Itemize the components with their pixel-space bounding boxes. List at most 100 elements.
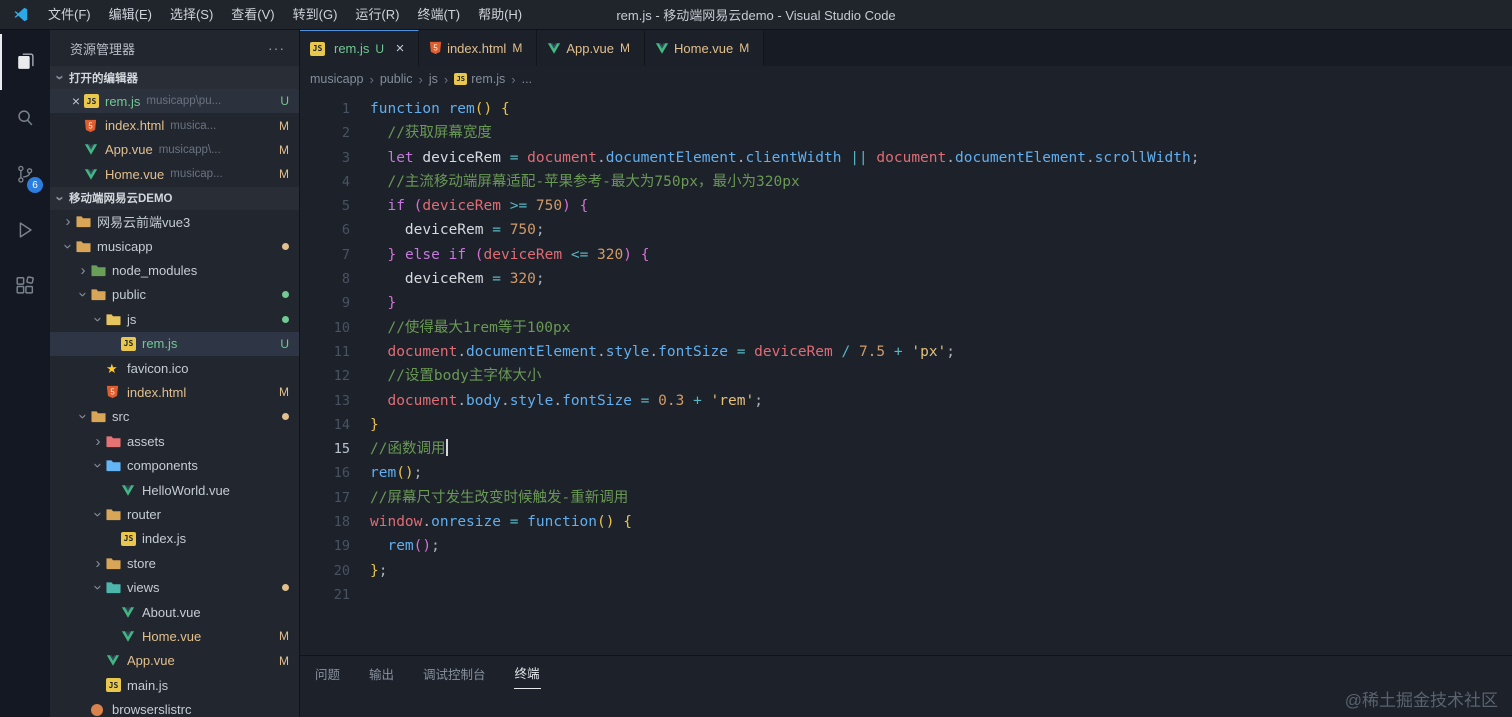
close-icon[interactable]: × bbox=[392, 40, 408, 57]
tab-Home.vue[interactable]: Home.vue M bbox=[645, 30, 765, 66]
code-line[interactable]: 21 bbox=[300, 583, 1512, 607]
search-icon[interactable] bbox=[0, 90, 50, 146]
tab-App.vue[interactable]: App.vue M bbox=[537, 30, 646, 66]
tree-file-Home.vue[interactable]: ›Home.vueM bbox=[50, 624, 299, 648]
menu-item[interactable]: 查看(V) bbox=[222, 0, 283, 30]
line-number[interactable]: 3 bbox=[300, 146, 352, 170]
line-number[interactable]: 19 bbox=[300, 534, 352, 558]
code-line[interactable]: 12 //设置body主字体大小 bbox=[300, 364, 1512, 388]
explorer-icon[interactable] bbox=[0, 34, 50, 90]
chevron-down-icon[interactable]: › bbox=[75, 287, 92, 303]
tree-folder-views[interactable]: › views bbox=[50, 575, 299, 599]
chevron-right-icon[interactable]: › bbox=[60, 214, 76, 229]
line-number[interactable]: 8 bbox=[300, 267, 352, 291]
line-number[interactable]: 15 bbox=[300, 437, 352, 461]
panel-tab-调试控制台[interactable]: 调试控制台 bbox=[422, 658, 487, 689]
tree-file-favicon.ico[interactable]: ›★favicon.ico bbox=[50, 356, 299, 380]
line-number[interactable]: 18 bbox=[300, 510, 352, 534]
menu-item[interactable]: 文件(F) bbox=[39, 0, 100, 30]
line-number[interactable]: 21 bbox=[300, 583, 352, 607]
code-line[interactable]: 6 deviceRem = 750; bbox=[300, 218, 1512, 242]
code-line[interactable]: 4 //主流移动端屏幕适配-苹果参考-最大为750px，最小为320px bbox=[300, 170, 1512, 194]
breadcrumb-item[interactable]: js bbox=[429, 72, 438, 86]
open-editor-item[interactable]: App.vue musicapp\... M bbox=[50, 138, 299, 162]
code-line[interactable]: 13 document.body.style.fontSize = 0.3 + … bbox=[300, 389, 1512, 413]
code-line[interactable]: 18 window.onresize = function() { bbox=[300, 510, 1512, 534]
code-line[interactable]: 10 //使得最大1rem等于100px bbox=[300, 316, 1512, 340]
tree-file-browserslistrc[interactable]: ›browserslistrc bbox=[50, 697, 299, 717]
extensions-icon[interactable] bbox=[0, 258, 50, 314]
tree-folder-public[interactable]: › public bbox=[50, 283, 299, 307]
line-number[interactable]: 5 bbox=[300, 194, 352, 218]
line-number[interactable]: 9 bbox=[300, 291, 352, 315]
tree-folder-assets[interactable]: › assets bbox=[50, 429, 299, 453]
breadcrumb-item[interactable]: musicapp bbox=[310, 72, 364, 86]
code-line[interactable]: 11 document.documentElement.style.fontSi… bbox=[300, 340, 1512, 364]
run-debug-icon[interactable] bbox=[0, 202, 50, 258]
line-number[interactable]: 17 bbox=[300, 486, 352, 510]
breadcrumb-item[interactable]: public bbox=[380, 72, 413, 86]
menu-item[interactable]: 终端(T) bbox=[408, 0, 469, 30]
tree-folder-网易云前端vue3[interactable]: › 网易云前端vue3 bbox=[50, 210, 299, 234]
code-editor[interactable]: 1 function rem() {2 //获取屏幕宽度 3 let deviceR… bbox=[300, 92, 1512, 655]
tree-folder-src[interactable]: › src bbox=[50, 405, 299, 429]
code-line[interactable]: 17 //屏幕尺寸发生改变时候触发-重新调用 bbox=[300, 486, 1512, 510]
tree-folder-node_modules[interactable]: › node_modules bbox=[50, 258, 299, 282]
chevron-down-icon[interactable]: › bbox=[90, 506, 107, 522]
open-editor-item[interactable]: 5 index.html musica... M bbox=[50, 113, 299, 137]
line-number[interactable]: 16 bbox=[300, 461, 352, 485]
tree-file-App.vue[interactable]: ›App.vueM bbox=[50, 649, 299, 673]
line-number[interactable]: 6 bbox=[300, 218, 352, 242]
chevron-down-icon[interactable]: › bbox=[75, 409, 92, 425]
menu-item[interactable]: 帮助(H) bbox=[469, 0, 531, 30]
line-number[interactable]: 11 bbox=[300, 340, 352, 364]
chevron-down-icon[interactable]: › bbox=[90, 458, 107, 474]
tab-rem.js[interactable]: JS rem.js U × bbox=[300, 30, 420, 66]
open-editor-item[interactable]: Home.vue musicap... M bbox=[50, 162, 299, 186]
line-number[interactable]: 1 bbox=[300, 97, 352, 121]
tree-file-rem.js[interactable]: ›JSrem.jsU bbox=[50, 331, 299, 356]
tree-file-index.js[interactable]: ›JSindex.js bbox=[50, 527, 299, 551]
line-number[interactable]: 2 bbox=[300, 121, 352, 145]
code-line[interactable]: 16 rem(); bbox=[300, 461, 1512, 485]
code-line[interactable]: 19 rem(); bbox=[300, 534, 1512, 558]
panel-tab-输出[interactable]: 输出 bbox=[368, 658, 395, 689]
tree-file-HelloWorld.vue[interactable]: ›HelloWorld.vue bbox=[50, 478, 299, 502]
panel-tab-问题[interactable]: 问题 bbox=[314, 658, 341, 689]
code-line[interactable]: 8 deviceRem = 320; bbox=[300, 267, 1512, 291]
open-editors-header[interactable]: › 打开的编辑器 bbox=[50, 66, 299, 89]
tree-folder-store[interactable]: › store bbox=[50, 551, 299, 575]
more-actions-icon[interactable]: ··· bbox=[268, 40, 285, 56]
code-line[interactable]: 14} bbox=[300, 413, 1512, 437]
chevron-down-icon[interactable]: › bbox=[90, 311, 107, 327]
line-number[interactable]: 14 bbox=[300, 413, 352, 437]
tab-index.html[interactable]: 5 index.html M bbox=[419, 30, 538, 66]
line-number[interactable]: 4 bbox=[300, 170, 352, 194]
code-line[interactable]: 9 } bbox=[300, 291, 1512, 315]
tree-folder-router[interactable]: › router bbox=[50, 502, 299, 526]
code-line[interactable]: 3 let deviceRem = document.documentEleme… bbox=[300, 146, 1512, 170]
tree-folder-components[interactable]: › components bbox=[50, 453, 299, 477]
open-editor-item[interactable]: × JS rem.js musicapp\pu... U bbox=[50, 89, 299, 114]
tree-folder-js[interactable]: › js bbox=[50, 307, 299, 331]
tree-file-index.html[interactable]: ›5index.htmlM bbox=[50, 380, 299, 404]
code-line[interactable]: 7 } else if (deviceRem <= 320) { bbox=[300, 243, 1512, 267]
workspace-header[interactable]: › 移动端网易云DEMO bbox=[50, 187, 299, 210]
line-number[interactable]: 20 bbox=[300, 559, 352, 583]
chevron-right-icon[interactable]: › bbox=[75, 263, 91, 278]
chevron-down-icon[interactable]: › bbox=[90, 580, 107, 596]
breadcrumb-item[interactable]: ... bbox=[522, 72, 532, 86]
chevron-right-icon[interactable]: › bbox=[90, 556, 106, 571]
menu-item[interactable]: 编辑(E) bbox=[100, 0, 161, 30]
line-number[interactable]: 12 bbox=[300, 364, 352, 388]
tree-folder-musicapp[interactable]: › musicapp bbox=[50, 234, 299, 258]
close-icon[interactable]: × bbox=[68, 93, 84, 109]
code-line[interactable]: 2 //获取屏幕宽度 bbox=[300, 121, 1512, 145]
line-number[interactable]: 10 bbox=[300, 316, 352, 340]
line-number[interactable]: 13 bbox=[300, 389, 352, 413]
tree-file-main.js[interactable]: ›JSmain.js bbox=[50, 673, 299, 697]
menu-item[interactable]: 选择(S) bbox=[161, 0, 222, 30]
code-line[interactable]: 5 if (deviceRem >= 750) { bbox=[300, 194, 1512, 218]
tree-file-About.vue[interactable]: ›About.vue bbox=[50, 600, 299, 624]
source-control-icon[interactable]: 6 bbox=[0, 146, 50, 202]
